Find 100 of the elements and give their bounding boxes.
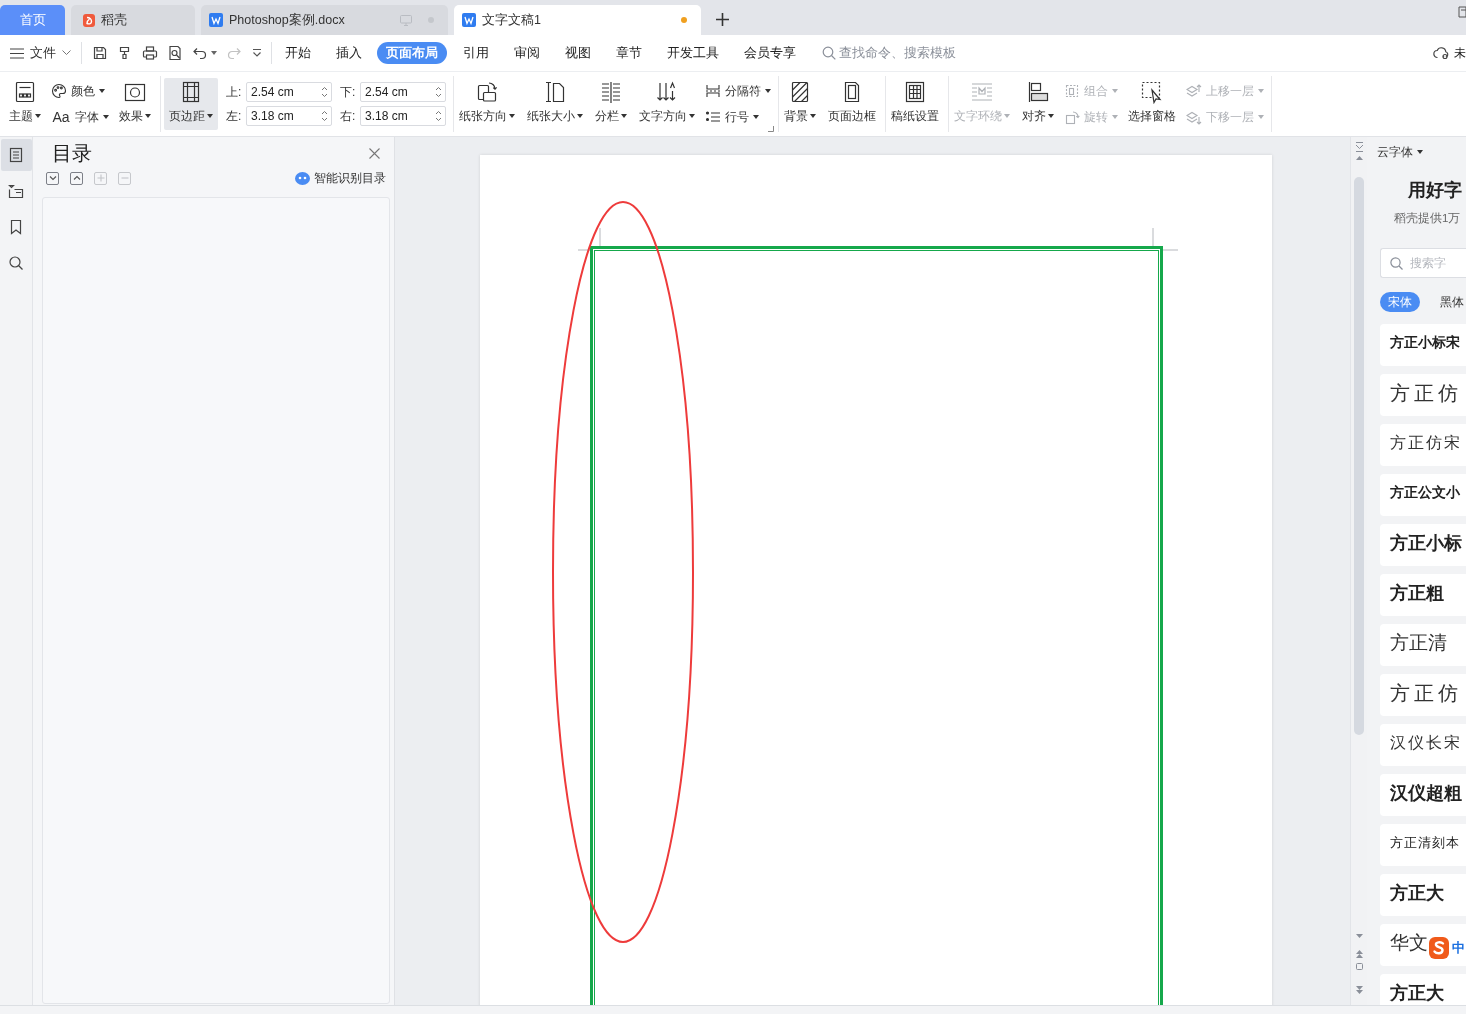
grid-paper-button[interactable]: 稿纸设置 xyxy=(889,78,941,130)
page-border-button[interactable]: 页面边框 xyxy=(826,78,878,130)
document-tab[interactable]: 稻壳 xyxy=(71,5,195,35)
breaks-button[interactable]: 分隔符 xyxy=(705,80,771,102)
outline-tool-button[interactable] xyxy=(46,171,59,185)
page-break-icon xyxy=(705,83,721,99)
scrollbar-thumb[interactable] xyxy=(1354,177,1364,735)
document-tab[interactable]: 文字文稿1 xyxy=(454,5,701,35)
font-option[interactable]: 方正仿 xyxy=(1380,674,1466,716)
undo-icon[interactable] xyxy=(192,45,208,61)
smart-outline-button[interactable]: 智能识别目录 xyxy=(295,169,386,187)
collapse-icon[interactable] xyxy=(1354,142,1364,152)
window-icon[interactable] xyxy=(1458,6,1466,18)
font-category-tab[interactable]: 黑体 xyxy=(1432,292,1466,312)
save-icon[interactable] xyxy=(92,45,108,61)
page-size-button[interactable]: 纸张大小 xyxy=(525,78,585,130)
ribbon-tab[interactable]: 会员专享 xyxy=(731,42,808,64)
margin-field[interactable]: 2.54 cm xyxy=(360,82,446,102)
outline-tool-button[interactable] xyxy=(70,171,83,185)
group-icon xyxy=(1064,83,1080,99)
font-button[interactable]: Aa 字体 xyxy=(51,106,109,128)
ribbon-tab[interactable]: 审阅 xyxy=(501,42,552,64)
promo-heading: 用好字 xyxy=(1408,179,1463,202)
spinner-icon[interactable] xyxy=(435,86,442,98)
margin-label: 下: xyxy=(340,83,357,101)
sync-button[interactable]: 未 xyxy=(1433,44,1466,62)
columns-icon xyxy=(599,80,623,104)
font-option[interactable]: 汉仪长宋 xyxy=(1380,724,1466,766)
document-tab[interactable]: Photoshop案例.docx xyxy=(201,5,448,35)
margin-field[interactable]: 3.18 cm xyxy=(360,106,446,126)
search-icon xyxy=(7,254,25,272)
orientation-button[interactable]: 纸张方向 xyxy=(457,78,517,130)
close-icon[interactable] xyxy=(369,147,380,159)
scroll-down-icon[interactable] xyxy=(1355,934,1363,938)
align-button[interactable]: 对齐 xyxy=(1020,78,1056,130)
align-icon xyxy=(1026,80,1050,104)
columns-button[interactable]: 分栏 xyxy=(593,78,629,130)
outline-pane-tab[interactable] xyxy=(0,139,32,171)
margin-field[interactable]: 2.54 cm xyxy=(246,82,332,102)
customize-caret-icon[interactable] xyxy=(251,47,263,59)
promo-subtitle: 稻壳提供1万 xyxy=(1394,211,1462,226)
next-page-icon[interactable] xyxy=(1355,986,1363,994)
chevron-down-icon xyxy=(62,50,71,56)
ribbon-tab[interactable]: 视图 xyxy=(552,42,603,64)
selection-cursor-icon xyxy=(1140,80,1164,104)
margin-label: 上: xyxy=(226,83,243,101)
caret-icon xyxy=(1417,150,1423,154)
browse-object-icon[interactable] xyxy=(1355,963,1363,970)
document-lines-icon xyxy=(7,146,25,164)
theme-button[interactable]: 主题 xyxy=(7,78,43,130)
spinner-icon[interactable] xyxy=(321,86,328,98)
new-tab-icon[interactable] xyxy=(716,13,729,26)
ribbon-tab[interactable]: 引用 xyxy=(450,42,501,64)
print-icon[interactable] xyxy=(142,45,158,61)
margin-corner-mark xyxy=(578,228,601,251)
selection-pane-button[interactable]: 选择窗格 xyxy=(1126,78,1178,130)
font-option[interactable]: 方正大 xyxy=(1380,874,1466,916)
font-option[interactable]: 方正清刻本 xyxy=(1380,824,1466,866)
font-sample-glyph: Aa xyxy=(51,109,71,125)
margin-corner-mark xyxy=(1152,228,1178,251)
spinner-icon[interactable] xyxy=(321,110,328,122)
font-option[interactable]: 方正仿宋 xyxy=(1380,424,1466,466)
text-direction-button[interactable]: 文字方向 xyxy=(637,78,697,130)
ime-logo-icon[interactable] xyxy=(1428,936,1450,960)
scroll-up-icon[interactable] xyxy=(1355,156,1363,160)
font-option[interactable]: 方正小标 xyxy=(1380,524,1466,566)
caret-icon[interactable] xyxy=(211,51,217,55)
document-icon xyxy=(462,13,476,27)
color-button[interactable]: 颜色 xyxy=(51,80,109,102)
previous-page-icon[interactable] xyxy=(1355,950,1363,958)
file-menu-button[interactable]: 文件 xyxy=(10,40,71,66)
spinner-icon[interactable] xyxy=(435,110,442,122)
ribbon-tab[interactable]: 章节 xyxy=(603,42,654,64)
background-button[interactable]: 背景 xyxy=(782,78,818,130)
ribbon-tab[interactable]: 开始 xyxy=(272,42,323,64)
dialog-launcher-icon[interactable] xyxy=(768,126,774,132)
margins-button[interactable]: 页边距 xyxy=(164,78,218,130)
print-preview-icon[interactable] xyxy=(167,45,183,61)
font-option[interactable]: 方正清 xyxy=(1380,624,1466,666)
font-option[interactable]: 方正公文小 xyxy=(1380,474,1466,516)
font-option[interactable]: 方正仿 xyxy=(1380,374,1466,416)
margin-label: 左: xyxy=(226,107,243,125)
rotate-icon xyxy=(1064,109,1080,125)
font-option[interactable]: 汉仪超粗 xyxy=(1380,774,1466,816)
line-numbers-button[interactable]: 行号 xyxy=(705,106,771,128)
font-option[interactable]: 方正小标宋 xyxy=(1380,324,1466,366)
effects-button[interactable]: 效果 xyxy=(117,78,153,130)
ribbon-tab[interactable]: 开发工具 xyxy=(654,42,731,64)
grid-paper-icon xyxy=(903,80,927,104)
page-rotate-icon xyxy=(475,80,499,104)
cloud-icon xyxy=(1433,46,1450,60)
palette-icon xyxy=(51,83,67,99)
chevron-up-icon xyxy=(71,173,82,183)
margin-field[interactable]: 3.18 cm xyxy=(246,106,332,126)
cloud-fonts-dropdown[interactable]: 云字体 xyxy=(1377,143,1423,161)
ribbon-tab[interactable]: 插入 xyxy=(323,42,374,64)
font-option[interactable]: 方正粗 xyxy=(1380,574,1466,616)
folder-tree-icon xyxy=(7,182,25,200)
font-option[interactable]: 方正大 xyxy=(1380,974,1466,1005)
search-icon xyxy=(822,46,836,60)
